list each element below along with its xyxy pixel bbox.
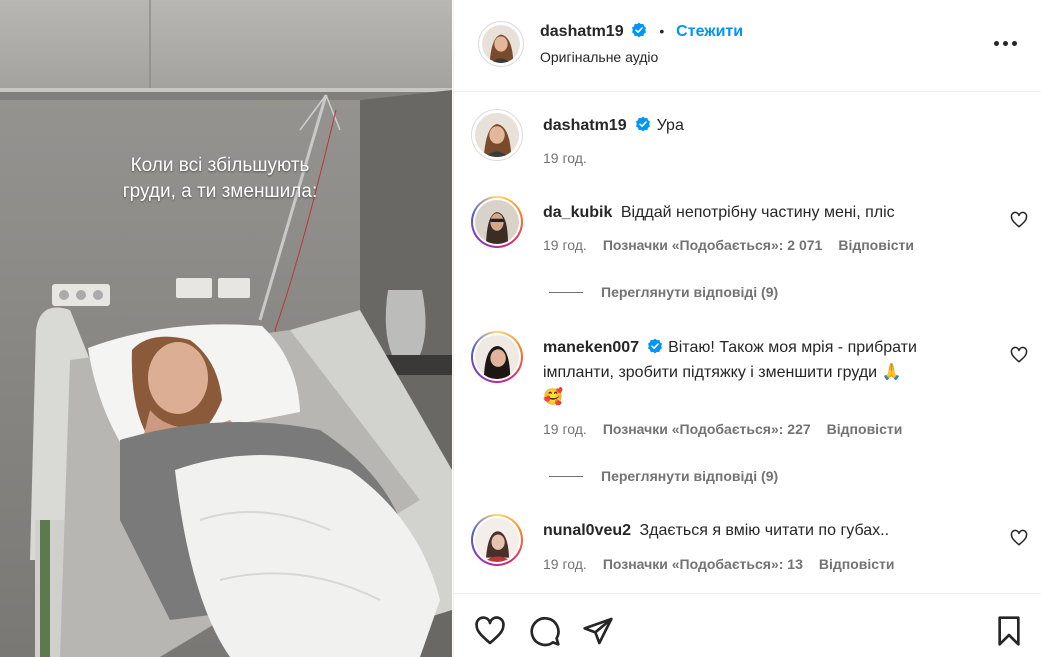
comment-body: da_kubik Віддай непотрібну частину мені,… xyxy=(543,201,983,225)
comment-likes[interactable]: Позначки «Подобається»: 2 071 xyxy=(603,237,823,253)
view-replies-label: Переглянути відповіді (9) xyxy=(601,468,779,484)
comment-username[interactable]: nunal0veu2 xyxy=(543,522,631,539)
comment-username[interactable]: da_kubik xyxy=(543,204,612,221)
post-media[interactable]: Коли всі збільшують груди, а ти зменшила… xyxy=(0,0,452,657)
like-comment-heart-icon[interactable] xyxy=(1010,211,1028,229)
avatar-image xyxy=(475,335,519,379)
comment-meta: 19 год. Позначки «Подобається»: 13 Відпо… xyxy=(543,556,895,572)
avatar-image xyxy=(482,25,520,63)
like-comment-heart-icon[interactable] xyxy=(1010,529,1028,547)
replies-divider xyxy=(549,291,583,293)
caption-time[interactable]: 19 год. xyxy=(543,150,587,166)
author-username[interactable]: dashatm19 xyxy=(540,23,624,40)
comment-meta: 19 год. Позначки «Подобається»: 2 071 Ві… xyxy=(543,237,914,253)
comment-time[interactable]: 19 год. xyxy=(543,237,587,253)
reply-button[interactable]: Відповісти xyxy=(827,421,903,437)
comments-list[interactable]: dashatm19 Ура 19 год. da_kubik Віддай не… xyxy=(454,93,1041,593)
smiling-hearts-emoji: 🥰 xyxy=(543,387,563,406)
author-avatar[interactable] xyxy=(478,21,524,67)
comment-time[interactable]: 19 год. xyxy=(543,556,587,572)
post-action-bar xyxy=(454,593,1041,657)
post-panel: dashatm19 • Стежити Оригінальне аудіо da… xyxy=(453,0,1041,657)
comment-body: maneken007 Вітаю! Також моя мрія - прибр… xyxy=(543,336,983,410)
verified-badge-icon xyxy=(632,22,647,38)
comment-likes[interactable]: Позначки «Подобається»: 227 xyxy=(603,421,811,437)
post-header: dashatm19 • Стежити Оригінальне аудіо xyxy=(454,0,1041,92)
reply-button[interactable]: Відповісти xyxy=(838,237,914,253)
view-replies-button[interactable]: Переглянути відповіді (9) xyxy=(549,468,778,484)
verified-badge-icon xyxy=(635,116,650,132)
verified-badge-icon xyxy=(648,338,663,354)
follow-button[interactable]: Стежити xyxy=(676,23,743,40)
avatar-image xyxy=(475,518,519,562)
view-replies-label: Переглянути відповіді (9) xyxy=(601,284,779,300)
avatar-image xyxy=(475,200,519,244)
comment-likes[interactable]: Позначки «Подобається»: 13 xyxy=(603,556,803,572)
commenter-avatar[interactable] xyxy=(471,196,523,248)
video-caption: Коли всі збільшують груди, а ти зменшила… xyxy=(122,155,318,202)
hospital-photo xyxy=(0,0,452,657)
header-title-row: dashatm19 • Стежити xyxy=(540,22,743,41)
comment-body: nunal0veu2 Здається я вмію читати по губ… xyxy=(543,519,983,543)
commenter-avatar[interactable] xyxy=(471,514,523,566)
comment-time[interactable]: 19 год. xyxy=(543,421,587,437)
comment-username[interactable]: maneken007 xyxy=(543,339,639,356)
comment-text: Здається я вмію читати по губах.. xyxy=(639,522,890,539)
audio-label[interactable]: Оригінальне аудіо xyxy=(540,49,658,65)
view-replies-button[interactable]: Переглянути відповіді (9) xyxy=(549,284,778,300)
comment-text: Віддай непотрібну частину мені, пліс xyxy=(620,204,895,221)
reply-button[interactable]: Відповісти xyxy=(819,556,895,572)
comment-icon[interactable] xyxy=(529,615,561,647)
caption-text: Ура xyxy=(656,117,684,134)
avatar-image xyxy=(475,113,519,157)
like-comment-heart-icon[interactable] xyxy=(1010,346,1028,364)
post-caption: dashatm19 Ура xyxy=(543,114,983,138)
bookmark-icon[interactable] xyxy=(993,615,1025,647)
commenter-avatar[interactable] xyxy=(471,331,523,383)
comment-meta: 19 год. Позначки «Подобається»: 227 Відп… xyxy=(543,421,902,437)
caption-username[interactable]: dashatm19 xyxy=(543,117,627,134)
praying-hands-emoji: 🙏 xyxy=(881,362,902,381)
send-icon[interactable] xyxy=(582,615,614,647)
heart-icon[interactable] xyxy=(473,615,507,647)
replies-divider xyxy=(549,475,583,477)
more-options-icon[interactable] xyxy=(994,33,1020,53)
caption-author-avatar[interactable] xyxy=(471,109,523,161)
separator-dot: • xyxy=(659,23,665,39)
caption-meta: 19 год. xyxy=(543,150,587,166)
